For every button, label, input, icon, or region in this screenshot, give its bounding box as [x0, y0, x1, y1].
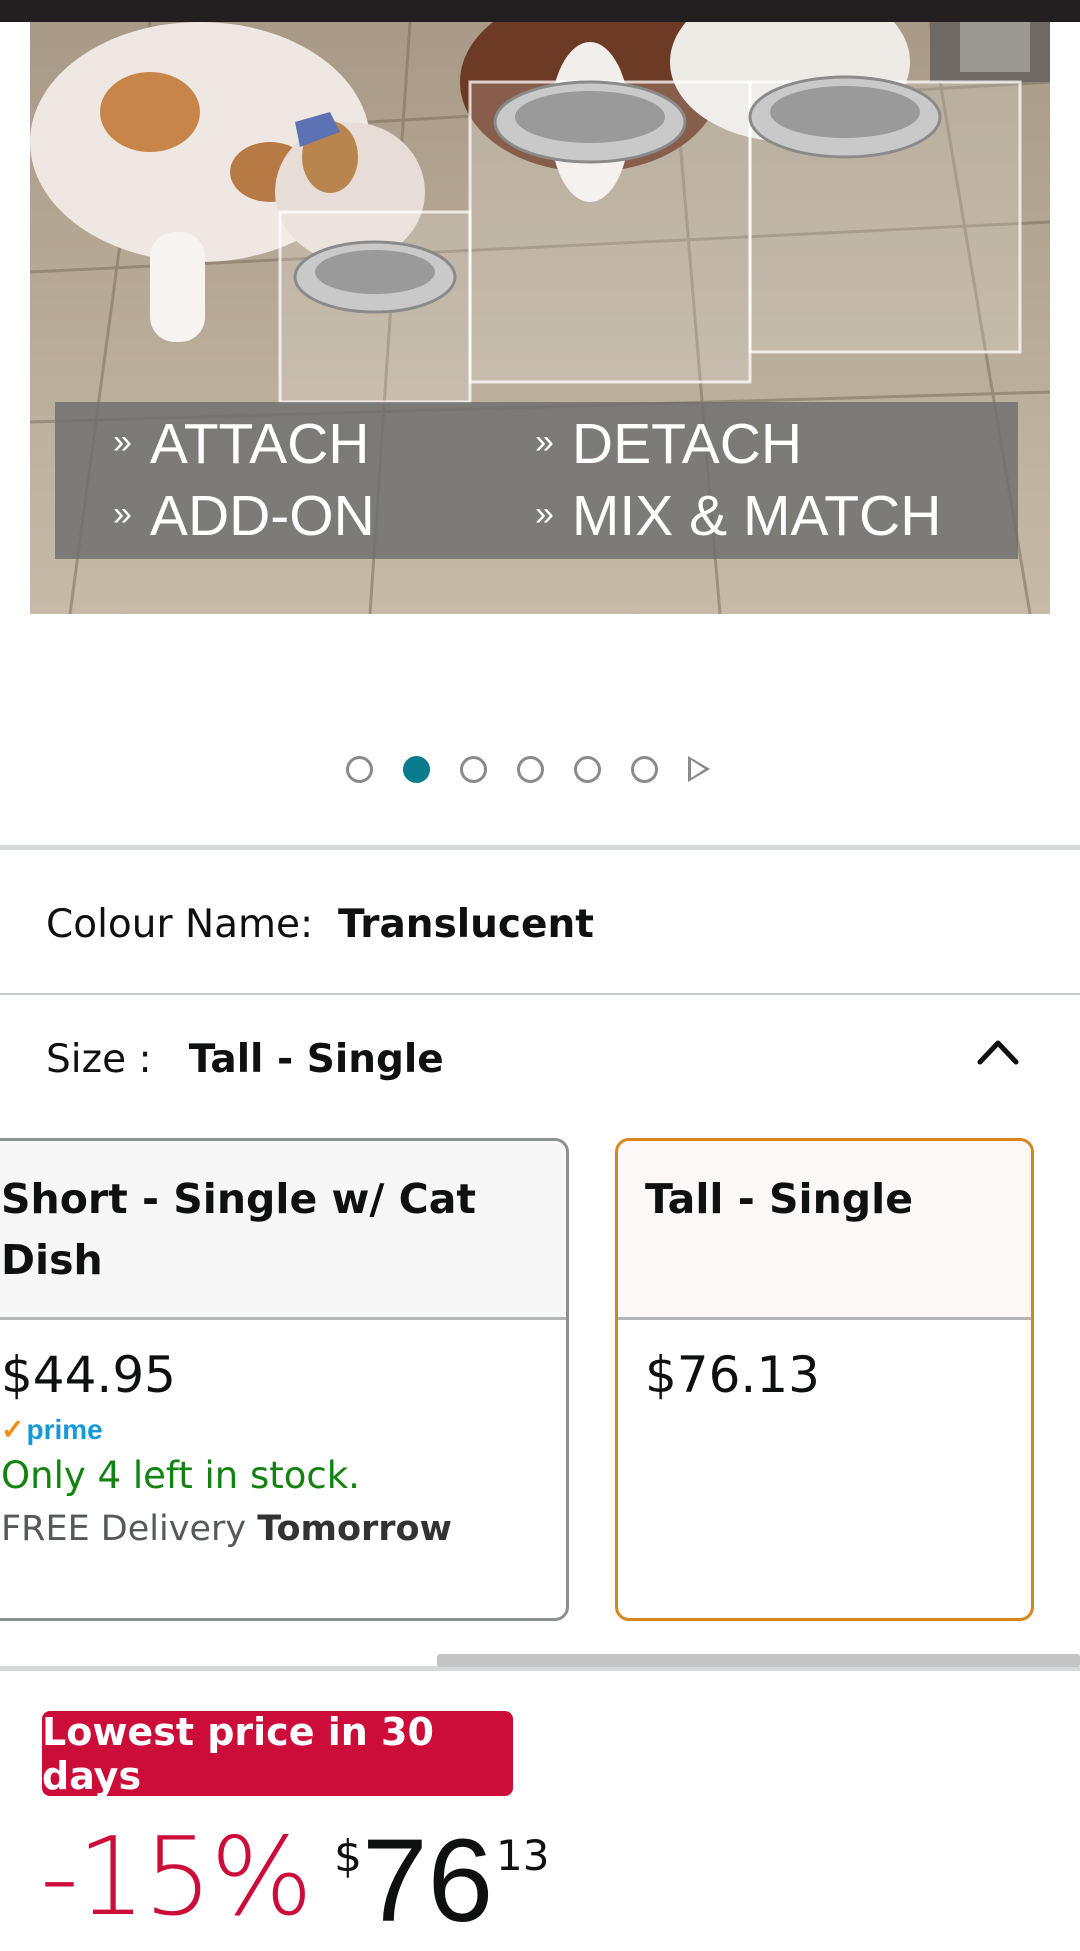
feature-banner: » ATTACH » ADD-ON » DETACH » MIX & MATCH [55, 402, 1018, 559]
colour-value: Translucent [337, 902, 594, 947]
colour-selector: Colour Name: Translucent [46, 902, 594, 947]
pager-dot-active[interactable] [403, 755, 430, 783]
horizontal-scrollbar[interactable] [437, 1654, 1080, 1667]
pager-dot[interactable] [346, 755, 373, 783]
prime-check-icon: ✓ [1, 1414, 25, 1445]
pager-dot[interactable] [460, 755, 487, 783]
price-fraction: 13 [496, 1831, 550, 1880]
stock-status: Only 4 left in stock. [1, 1454, 360, 1497]
play-video-icon[interactable] [688, 756, 710, 782]
divider [0, 845, 1080, 850]
product-image[interactable]: » ATTACH » ADD-ON » DETACH » MIX & MATCH [30, 22, 1050, 614]
price-currency: $ [334, 1831, 362, 1882]
status-bar [0, 0, 1080, 22]
chevron-up-icon[interactable] [976, 1036, 1020, 1066]
price-whole: 76 [362, 1815, 494, 1947]
size-selector-header[interactable]: Size : Tall - Single [46, 1037, 444, 1082]
pager-dot[interactable] [631, 755, 658, 783]
size-option-price: $44.95 [1, 1346, 176, 1404]
double-chevron-icon: » [535, 494, 554, 533]
delivery-info: FREE Delivery Tomorrow [1, 1509, 452, 1549]
size-option-title: Short - Single w/ Cat Dish [0, 1141, 566, 1320]
size-label: Size : [46, 1037, 152, 1082]
divider [0, 993, 1080, 995]
size-value: Tall - Single [188, 1037, 444, 1082]
feature-mix-match: » MIX & MATCH [535, 484, 942, 548]
image-pager [346, 752, 710, 786]
feature-detach: » DETACH [535, 412, 803, 476]
prime-badge: ✓prime [1, 1414, 103, 1445]
feature-attach: » ATTACH [113, 412, 370, 476]
discount-percent: -15% [40, 1815, 313, 1940]
double-chevron-icon: » [535, 422, 554, 461]
pager-dot[interactable] [517, 755, 544, 783]
pager-dot[interactable] [574, 755, 601, 783]
size-option-tall-single[interactable]: Tall - Single $76.13 [615, 1138, 1034, 1621]
deal-badge: Lowest price in 30 days [42, 1710, 513, 1798]
double-chevron-icon: » [113, 422, 132, 461]
size-option-title: Tall - Single [618, 1141, 1031, 1320]
size-option-short-single-cat-dish[interactable]: Short - Single w/ Cat Dish $44.95 ✓prime… [0, 1138, 569, 1621]
double-chevron-icon: » [113, 494, 132, 533]
size-option-price: $76.13 [645, 1346, 820, 1404]
feature-add-on: » ADD-ON [113, 484, 375, 548]
colour-label: Colour Name: [46, 902, 314, 947]
